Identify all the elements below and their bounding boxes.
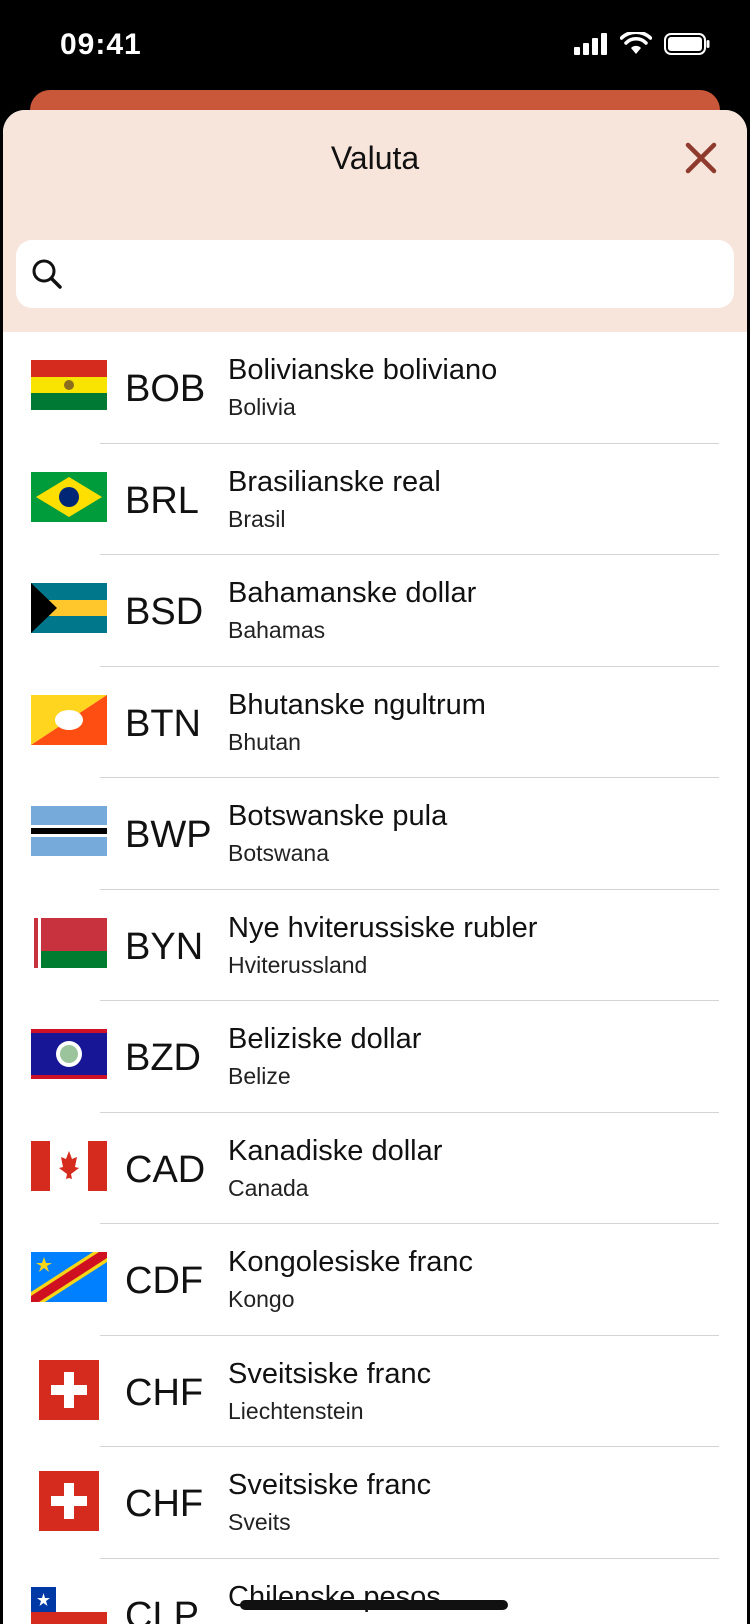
currency-code: CLP <box>125 1594 199 1624</box>
battery-icon <box>664 33 710 55</box>
currency-row[interactable]: BOB Bolivianske boliviano Bolivia <box>3 332 747 444</box>
currency-name: Bahamanske dollar <box>228 577 477 609</box>
currency-picker-sheet: Valuta BOB Bolivianske boliviano Bolivia… <box>3 110 747 1624</box>
switzerland-flag-icon <box>39 1471 99 1531</box>
wifi-icon <box>620 32 652 54</box>
currency-code: BYN <box>125 925 204 968</box>
country-name: Liechtenstein <box>228 1397 364 1424</box>
cellular-signal-icon <box>574 33 607 55</box>
currency-row[interactable]: BSD Bahamanske dollar Bahamas <box>3 555 747 667</box>
currency-name: Bolivianske boliviano <box>228 354 498 386</box>
canada-flag-icon <box>31 1140 107 1191</box>
currency-name: Kongolesiske franc <box>228 1246 474 1278</box>
currency-row[interactable]: BYN Nye hviterussiske rubler Hviterussla… <box>3 890 747 1002</box>
country-name: Hviterussland <box>228 951 368 978</box>
belarus-flag-icon <box>31 917 107 968</box>
sheet-header: Valuta <box>3 110 747 332</box>
country-name: Bolivia <box>228 394 296 420</box>
currency-row[interactable]: CAD Kanadiske dollar Canada <box>3 1113 747 1225</box>
country-name: Bhutan <box>228 728 301 755</box>
country-name: Brasil <box>228 505 286 532</box>
close-button[interactable] <box>681 138 721 178</box>
currency-code: CDF <box>125 1260 204 1302</box>
currency-code: BTN <box>125 702 201 745</box>
currency-name: Nye hviterussiske rubler <box>228 911 538 944</box>
status-icons <box>574 32 710 56</box>
sheet-title: Valuta <box>330 140 420 176</box>
currency-name: Sveitsiske franc <box>228 1469 432 1501</box>
currency-name: Beliziske dollar <box>228 1023 422 1055</box>
country-name: Kongo <box>228 1286 295 1312</box>
currency-name: Sveitsiske franc <box>228 1357 432 1390</box>
bolivia-flag-icon <box>31 360 107 410</box>
currency-row[interactable]: CLP Chilenske pesos <box>3 1559 747 1624</box>
country-name: Botswana <box>228 840 330 866</box>
currency-code: BRL <box>125 479 199 522</box>
currency-code: BOB <box>125 368 206 410</box>
currency-row[interactable]: BRL Brasilianske real Brasil <box>3 444 747 556</box>
currency-code: CHF <box>125 1371 204 1414</box>
botswana-flag-icon <box>31 806 107 856</box>
currency-name: Botswanske pula <box>228 800 448 832</box>
currency-code: BSD <box>125 591 204 633</box>
country-name: Sveits <box>228 1509 291 1535</box>
bhutan-flag-icon <box>31 694 107 745</box>
country-name: Bahamas <box>228 617 326 643</box>
currency-row[interactable]: BWP Botswanske pula Botswana <box>3 778 747 890</box>
currency-code: BWP <box>125 814 212 856</box>
close-icon <box>685 142 717 174</box>
currency-row[interactable]: BTN Bhutanske ngultrum Bhutan <box>3 667 747 779</box>
currency-code: CAD <box>125 1148 206 1191</box>
currency-row[interactable]: CHF Sveitsiske franc Sveits <box>3 1447 747 1559</box>
currency-row[interactable]: CDF Kongolesiske franc Kongo <box>3 1224 747 1336</box>
switzerland-flag-icon <box>39 1359 99 1420</box>
currency-row[interactable]: CHF Sveitsiske franc Liechtenstein <box>3 1336 747 1448</box>
country-name: Belize <box>228 1063 291 1089</box>
chile-flag-icon <box>31 1586 107 1624</box>
currency-name: Brasilianske real <box>228 465 441 498</box>
search-bar[interactable] <box>16 239 734 309</box>
country-name: Canada <box>228 1174 309 1201</box>
congo-flag-icon <box>31 1252 107 1302</box>
currency-name: Bhutanske ngultrum <box>228 688 486 721</box>
belize-flag-icon <box>31 1029 107 1079</box>
brazil-flag-icon <box>31 471 107 522</box>
bahamas-flag-icon <box>31 583 107 633</box>
currency-code: CHF <box>125 1483 204 1525</box>
home-indicator[interactable] <box>240 1600 508 1610</box>
currency-name: Kanadiske dollar <box>228 1134 443 1167</box>
search-input[interactable] <box>74 239 734 309</box>
currency-row[interactable]: BZD Beliziske dollar Belize <box>3 1001 747 1113</box>
search-icon <box>32 259 62 289</box>
status-bar: 09:41 <box>0 0 750 100</box>
currency-list: BOB Bolivianske boliviano Bolivia BRL Br… <box>3 332 747 1624</box>
status-time: 09:41 <box>60 28 142 61</box>
currency-code: BZD <box>125 1037 201 1079</box>
